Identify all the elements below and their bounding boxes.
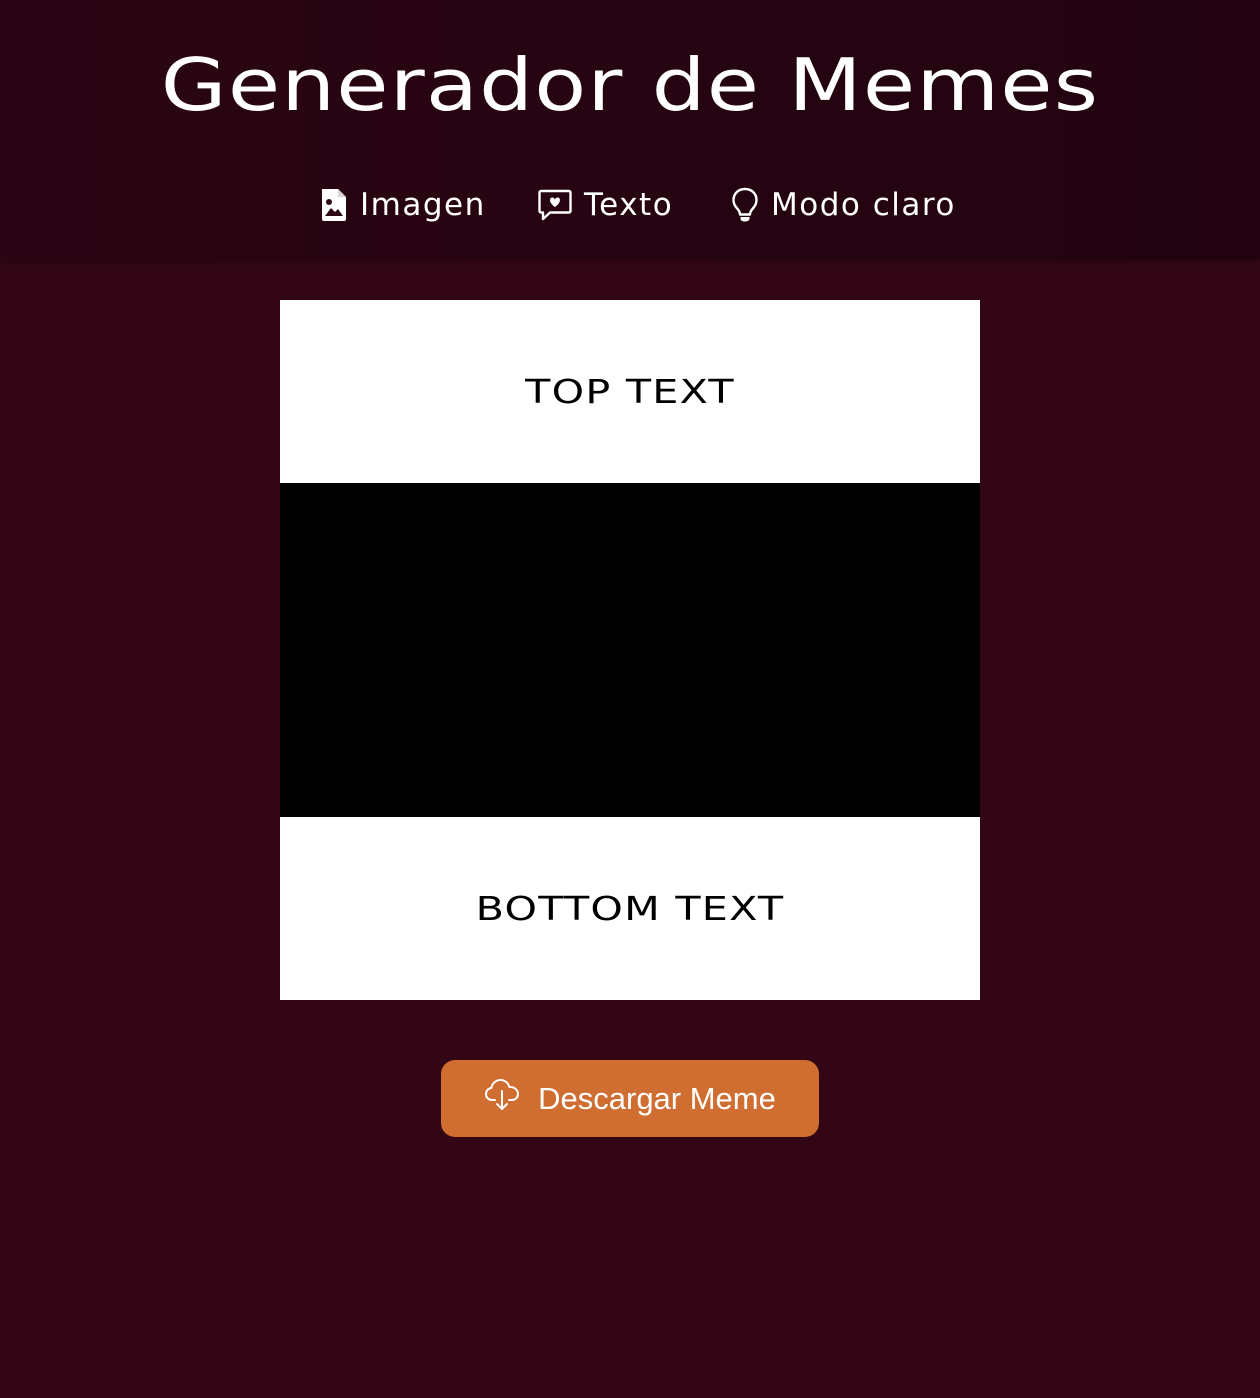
page-title: Generador de Memes xyxy=(160,43,1100,127)
header: Generador de Memes Imagen Texto Modo cla… xyxy=(0,0,1260,260)
meme-canvas: TOP TEXT BOTTOM TEXT xyxy=(280,300,980,1000)
text-panel-button[interactable]: Texto xyxy=(538,180,673,230)
meme-bottom-text: BOTTOM TEXT xyxy=(475,889,785,928)
text-panel-label: Texto xyxy=(584,187,674,223)
meme-top-text-area: TOP TEXT xyxy=(280,300,980,483)
image-panel-button[interactable]: Imagen xyxy=(320,180,486,230)
light-mode-label: Modo claro xyxy=(771,187,956,223)
image-panel-label: Imagen xyxy=(360,187,486,223)
nav-bar: Imagen Texto Modo claro xyxy=(0,180,1260,230)
meme-top-text: TOP TEXT xyxy=(525,372,735,411)
image-file-icon xyxy=(320,188,348,222)
light-mode-button[interactable]: Modo claro xyxy=(731,180,956,230)
download-meme-label: Descargar Meme xyxy=(538,1080,776,1116)
meme-image xyxy=(280,483,980,817)
comment-icon xyxy=(538,189,572,221)
lightbulb-icon xyxy=(731,187,759,223)
meme-bottom-text-area: BOTTOM TEXT xyxy=(280,817,980,1000)
download-meme-button[interactable]: Descargar Meme xyxy=(441,1060,819,1137)
cloud-download-icon xyxy=(484,1078,520,1120)
